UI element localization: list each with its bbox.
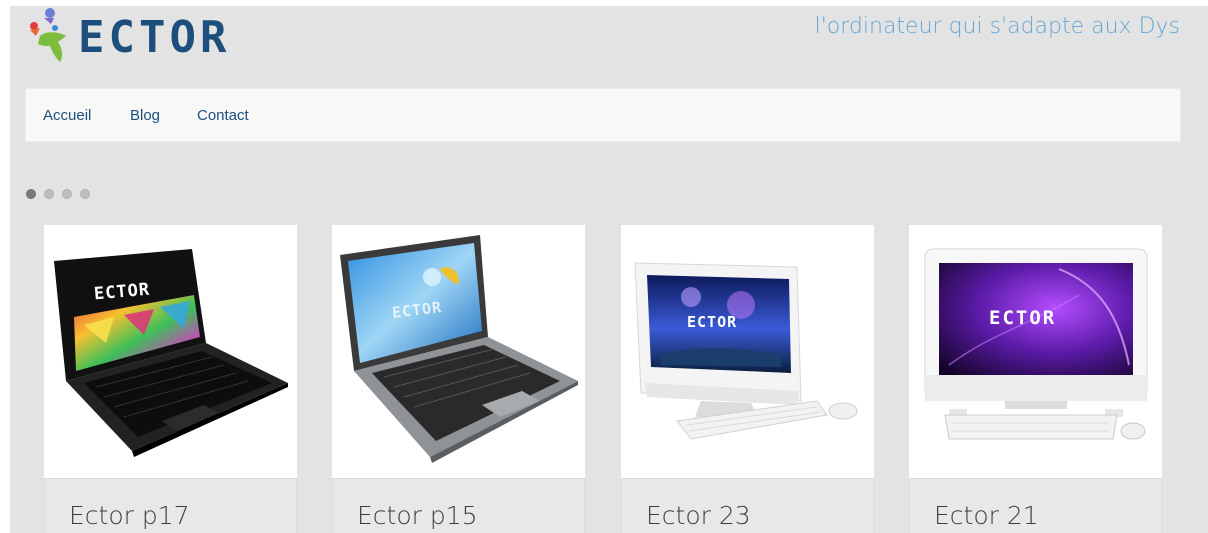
screen-brand-text: ECTOR <box>989 307 1057 329</box>
main-navigation: Accueil Blog Contact <box>25 88 1181 142</box>
product-image-frame: ECTOR <box>909 225 1162 478</box>
laptop-black-image <box>54 249 288 457</box>
product-image-frame: ECTOR <box>332 225 585 478</box>
carousel-dot-3[interactable] <box>62 189 72 199</box>
product-card-ector-p15[interactable]: ECTOR Ector p15 <box>332 225 585 533</box>
screen-brand-text: ECTOR <box>687 313 738 331</box>
all-in-one-silver-image <box>924 248 1148 440</box>
logo-mark-icon <box>30 8 66 62</box>
product-caption: Ector 23 <box>621 478 874 533</box>
nav-link-blog[interactable]: Blog <box>130 107 160 124</box>
product-image-frame: ECTOR <box>621 225 874 478</box>
product-title[interactable]: Ector p15 <box>357 501 478 530</box>
product-card-ector-p17[interactable]: ECTOR Ector p17 <box>44 225 297 533</box>
laptop-gray-image <box>340 235 578 463</box>
nav-link-accueil[interactable]: Accueil <box>43 107 91 124</box>
logo-wordmark: ECTOR <box>78 12 231 63</box>
site-logo[interactable]: ECTOR <box>26 6 296 66</box>
nav-link-contact[interactable]: Contact <box>197 107 249 124</box>
product-caption: Ector 21 <box>909 478 1162 533</box>
carousel-dot-1[interactable] <box>26 189 36 199</box>
product-title[interactable]: Ector 23 <box>646 501 751 530</box>
carousel-dot-4[interactable] <box>80 189 90 199</box>
site-tagline: l'ordinateur qui s'adapte aux Dys <box>814 14 1180 39</box>
product-title[interactable]: Ector 21 <box>934 501 1039 530</box>
product-caption: Ector p15 <box>332 478 585 533</box>
carousel-dot-2[interactable] <box>44 189 54 199</box>
product-caption: Ector p17 <box>44 478 297 533</box>
all-in-one-white-image <box>634 262 858 440</box>
product-card-ector-23[interactable]: ECTOR Ector 23 <box>621 225 874 533</box>
page-container: ECTOR l'ordinateur qui s'adapte aux Dys … <box>10 6 1208 533</box>
product-image-frame: ECTOR <box>44 225 297 478</box>
product-title[interactable]: Ector p17 <box>69 501 190 530</box>
product-card-ector-21[interactable]: ECTOR Ector 21 <box>909 225 1162 533</box>
